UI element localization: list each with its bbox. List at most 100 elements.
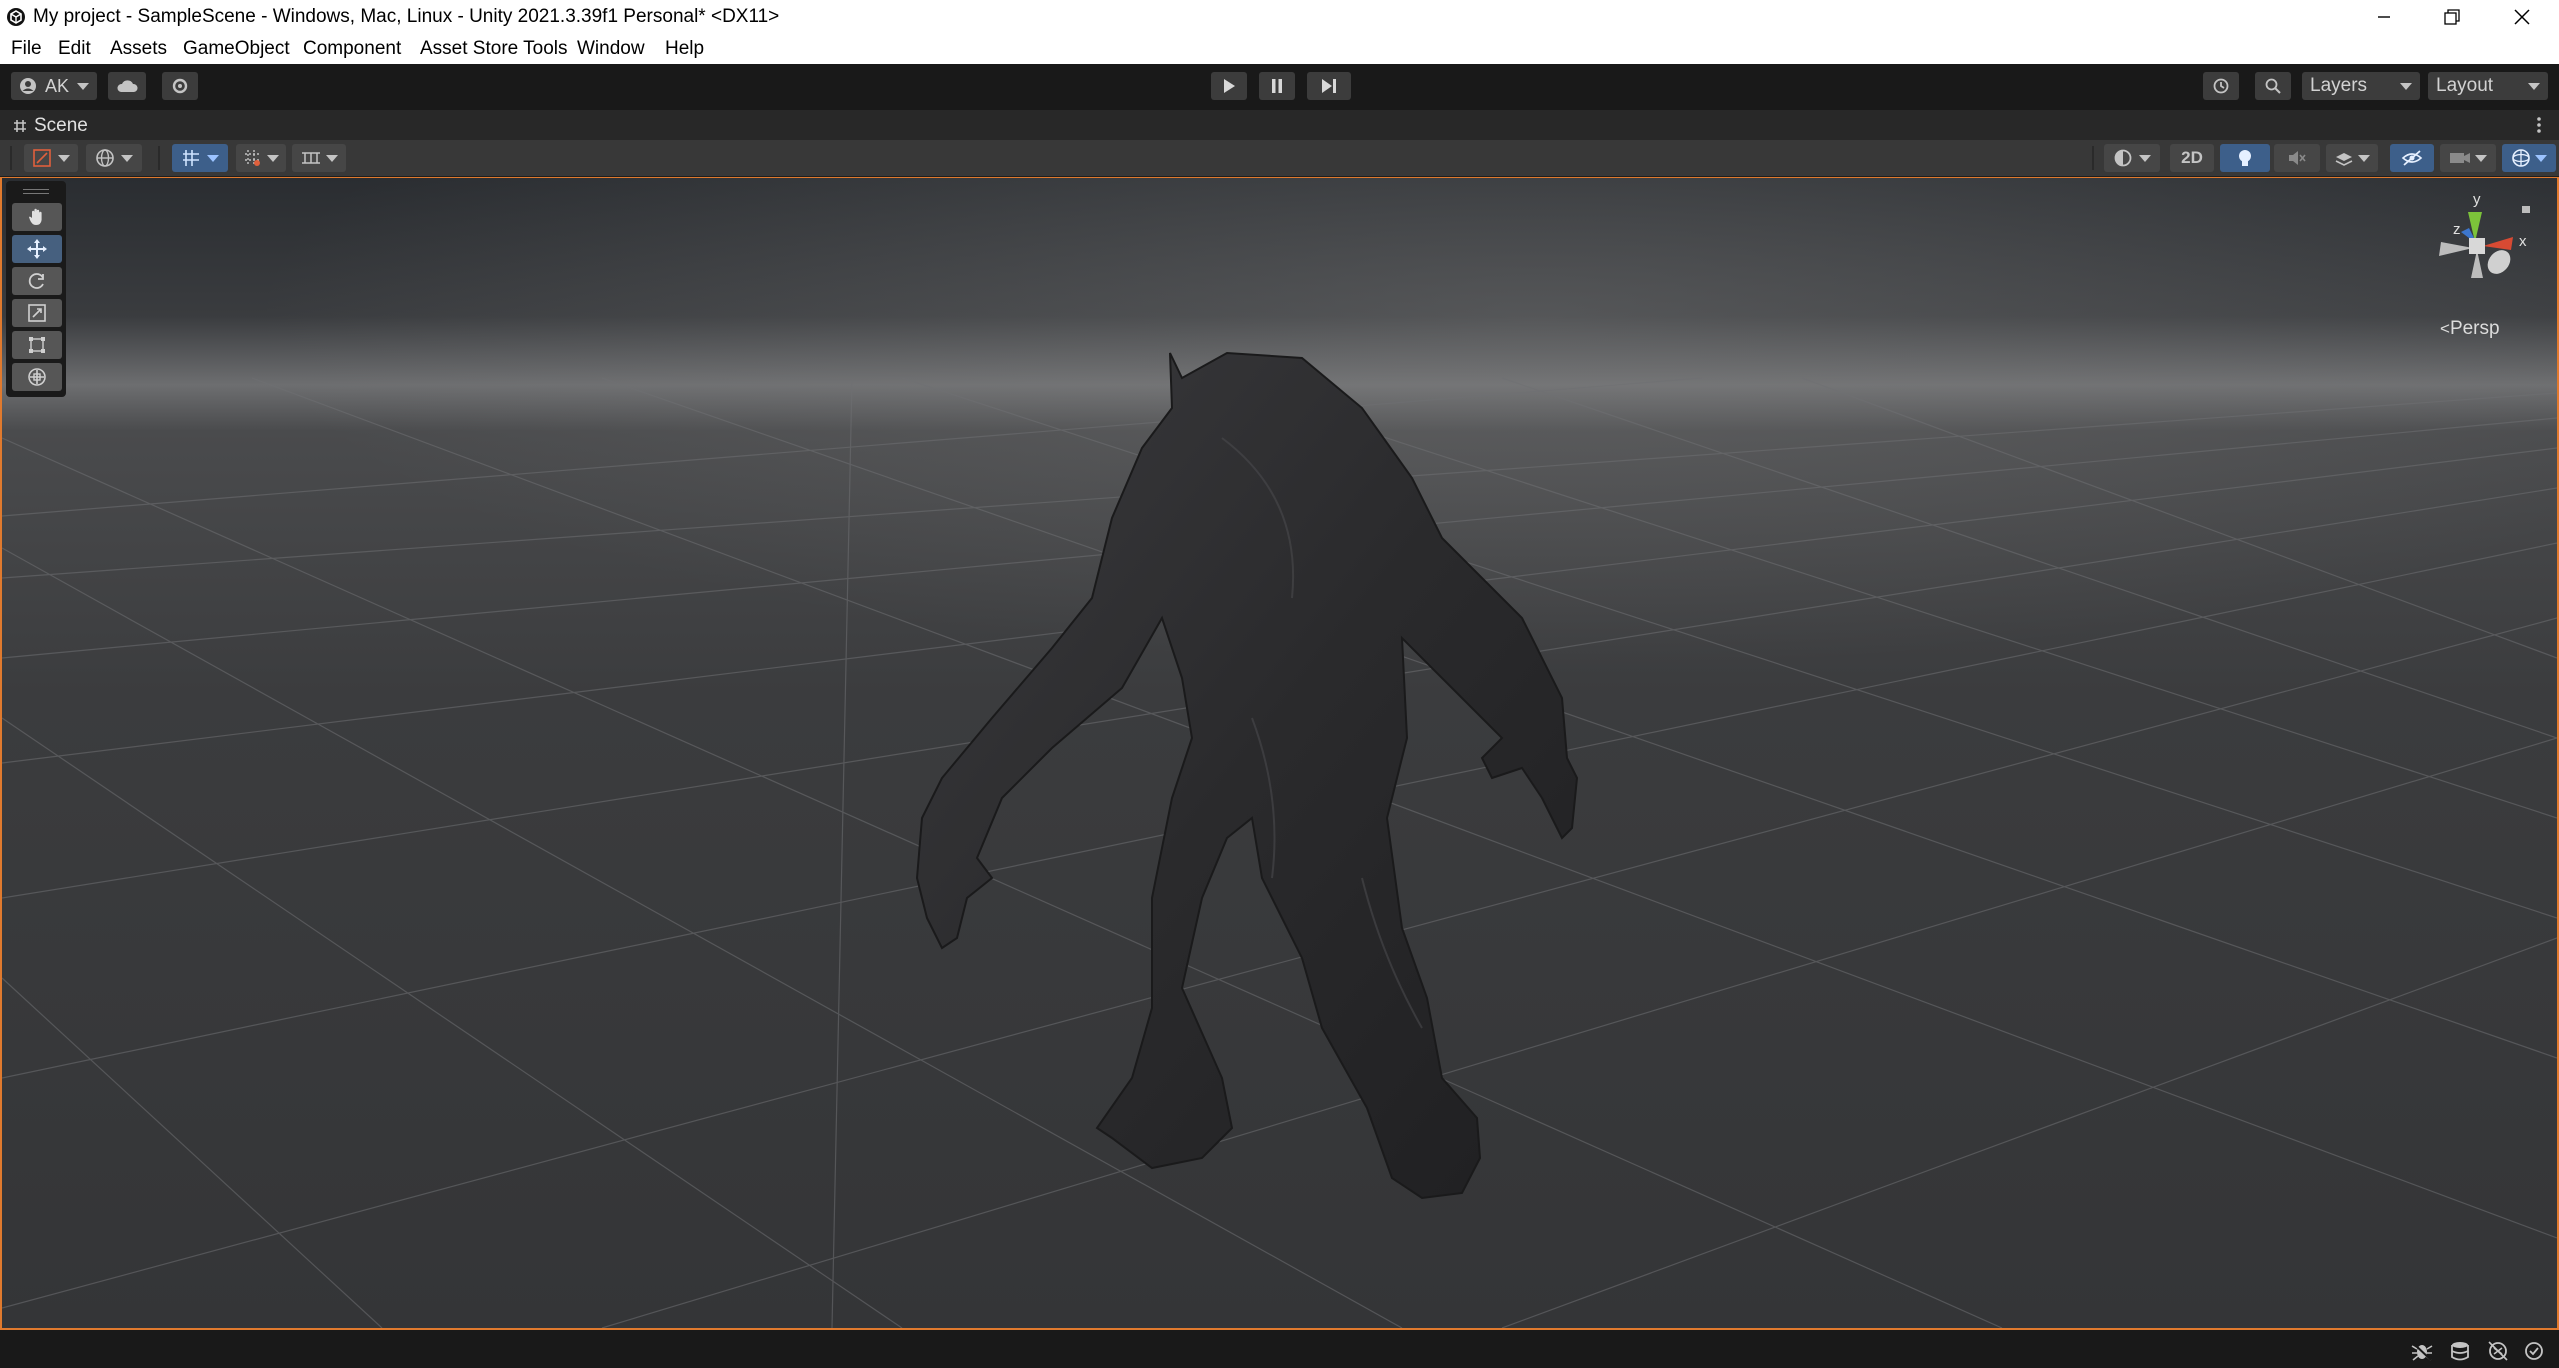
increment-snap-icon: [245, 150, 261, 166]
cloud-icon: [117, 80, 138, 92]
layout-label: Layout: [2436, 75, 2494, 96]
toolbar-drag-handle[interactable]: [10, 146, 12, 170]
minimize-icon: [2378, 16, 2390, 18]
restore-icon: [2444, 9, 2460, 25]
step-button[interactable]: [1307, 72, 1351, 100]
menu-window[interactable]: Window: [577, 39, 645, 59]
chevron-down-icon: [121, 154, 133, 162]
title-bar: My project - SampleScene - Windows, Mac,…: [0, 0, 2559, 34]
menu-edit[interactable]: Edit: [58, 39, 91, 59]
grid-snap-icon: [183, 150, 199, 166]
cloud-button[interactable]: [108, 72, 146, 100]
chevron-down-icon: [267, 154, 279, 162]
kebab-menu-icon[interactable]: [2536, 116, 2542, 134]
menu-bar: File Edit Assets GameObject Component As…: [0, 34, 2559, 65]
hand-tool-icon: [29, 208, 42, 225]
auto-generate-lighting-icon[interactable]: [2486, 1340, 2510, 1362]
transform-tool-icon: [28, 368, 46, 386]
lighting-toggle[interactable]: [2220, 144, 2270, 172]
axis-gizmo-icon: y x z: [2439, 191, 2530, 278]
audio-toggle[interactable]: [2274, 144, 2320, 172]
main-toolbar: AK Layers Layout: [0, 64, 2559, 110]
draw-mode-dropdown[interactable]: [24, 144, 78, 172]
move-tool-button[interactable]: [12, 235, 62, 263]
layers-label: Layers: [2310, 75, 2368, 96]
rect-tool-icon: [29, 337, 45, 353]
menu-assets[interactable]: Assets: [110, 39, 167, 59]
gizmo-y-label: y: [2473, 191, 2481, 208]
scene-visibility-toggle[interactable]: [2390, 144, 2434, 172]
debugger-icon[interactable]: [2410, 1340, 2434, 1362]
restore-button[interactable]: [2418, 0, 2486, 34]
tab-scene[interactable]: Scene: [34, 115, 88, 137]
play-icon: [1224, 79, 1235, 93]
camera-icon: [2450, 153, 2470, 163]
chevron-down-icon: [326, 154, 338, 162]
lock-icon[interactable]: [2522, 206, 2530, 213]
unity-logo-icon: [7, 8, 25, 26]
pause-icon: [1272, 79, 1282, 93]
account-dropdown[interactable]: AK: [11, 72, 97, 100]
lightbulb-icon: [2239, 150, 2251, 166]
globe-icon: [96, 149, 114, 167]
2d-toggle[interactable]: 2D: [2170, 144, 2214, 172]
rotate-tool-icon: [28, 273, 44, 289]
transform-tool-button[interactable]: [12, 363, 62, 391]
menu-component[interactable]: Component: [303, 39, 401, 59]
menu-gameobject[interactable]: GameObject: [183, 39, 290, 59]
gear-icon: [172, 78, 188, 94]
chevron-down-icon: [58, 154, 70, 162]
projection-toggle[interactable]: <Persp: [2440, 318, 2500, 340]
gizmo-z-label: z: [2453, 221, 2461, 238]
chevron-down-icon: [2475, 154, 2487, 162]
status-bar: [0, 1332, 2559, 1368]
account-label: AK: [45, 75, 70, 96]
chevron-down-icon: [77, 82, 90, 90]
play-button[interactable]: [1211, 72, 1247, 100]
close-button[interactable]: [2488, 0, 2556, 34]
layers-dropdown[interactable]: Layers: [2302, 72, 2420, 100]
grid-snap-toggle[interactable]: [172, 144, 228, 172]
tools-overlay: [6, 181, 66, 397]
search-button[interactable]: [2255, 72, 2291, 100]
toolbar-drag-handle[interactable]: [2092, 146, 2094, 170]
menu-help[interactable]: Help: [665, 39, 704, 59]
increment-snap-dropdown[interactable]: [236, 144, 286, 172]
projection-label: Persp: [2449, 318, 2500, 339]
scale-tool-button[interactable]: [12, 299, 62, 327]
orientation-gizmo[interactable]: y x z: [2425, 190, 2535, 300]
rect-tool-button[interactable]: [12, 331, 62, 359]
gizmos-dropdown[interactable]: [2502, 144, 2556, 172]
search-icon: [2265, 78, 2281, 94]
collab-settings-button[interactable]: [162, 72, 198, 100]
scene-viewport[interactable]: [0, 177, 2559, 1330]
minimize-button[interactable]: [2350, 0, 2418, 34]
window-title: My project - SampleScene - Windows, Mac,…: [33, 6, 780, 27]
effects-layers-icon: [2335, 153, 2353, 166]
pause-button[interactable]: [1259, 72, 1295, 100]
scene-render: [2, 178, 2557, 1328]
gizmos-sphere-icon: [2512, 149, 2530, 167]
layout-dropdown[interactable]: Layout: [2428, 72, 2548, 100]
chevron-down-icon: [207, 154, 219, 162]
scene-camera-dropdown[interactable]: [2440, 144, 2496, 172]
hand-tool-button[interactable]: [12, 203, 62, 231]
menu-asset-store-tools[interactable]: Asset Store Tools: [420, 39, 568, 59]
grid-visibility-dropdown[interactable]: [292, 144, 346, 172]
overlay-drag-handle[interactable]: [23, 189, 49, 194]
chevron-down-icon: [2535, 154, 2547, 162]
close-icon: [2514, 9, 2530, 25]
rotate-tool-button[interactable]: [12, 267, 62, 295]
progress-check-icon[interactable]: [2522, 1340, 2546, 1362]
effects-dropdown[interactable]: [2326, 144, 2378, 172]
history-icon: [2213, 78, 2229, 94]
shading-mode-dropdown[interactable]: [2104, 144, 2160, 172]
cache-server-icon[interactable]: [2448, 1340, 2472, 1362]
hash-grid-icon: [14, 120, 26, 132]
move-tool-icon: [27, 239, 47, 259]
menu-file[interactable]: File: [11, 39, 42, 59]
global-local-dropdown[interactable]: [86, 144, 142, 172]
undo-history-button[interactable]: [2203, 72, 2239, 100]
chevron-down-icon: [2528, 82, 2540, 90]
speaker-muted-icon: [2289, 151, 2306, 165]
